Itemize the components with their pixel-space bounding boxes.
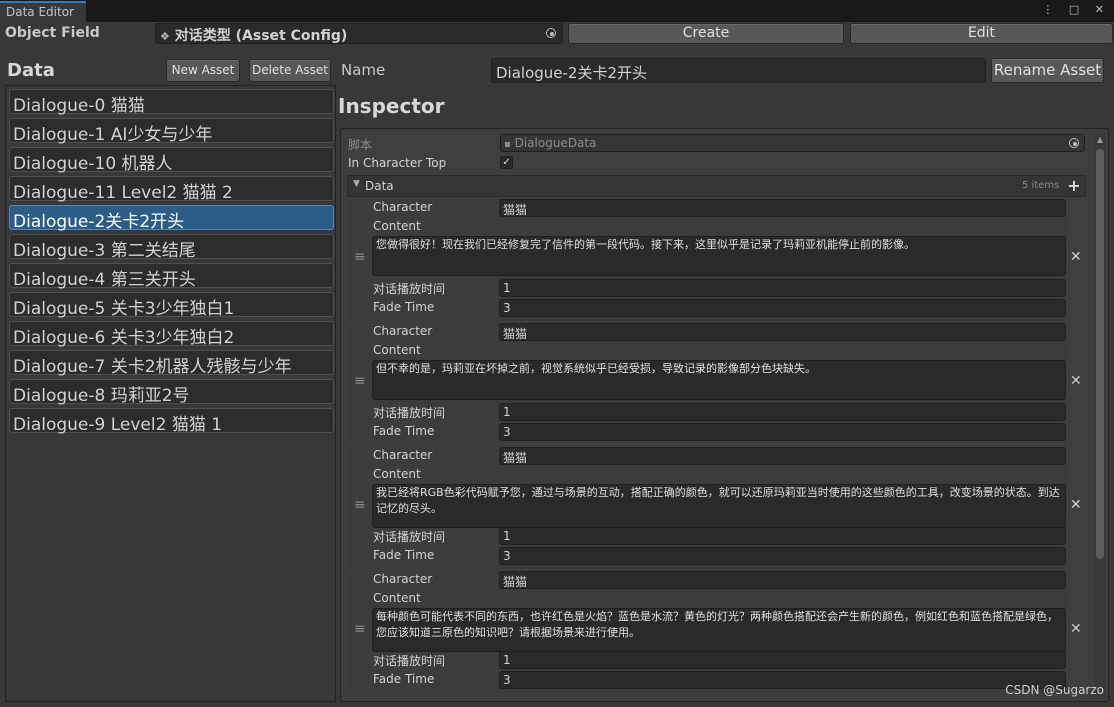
remove-element-button[interactable]: ✕ xyxy=(1070,373,1082,389)
asset-list-item[interactable]: Dialogue-6 关卡3少年独白2 xyxy=(9,321,334,348)
fade-time-label: Fade Time xyxy=(373,548,435,562)
inspector-title: Inspector xyxy=(338,94,445,118)
play-time-label: 对话播放时间 xyxy=(373,406,446,420)
content-textarea[interactable]: 我已经将RGB色彩代码赋予您，通过与场景的互动，搭配正确的颜色，就可以还原玛莉亚… xyxy=(372,484,1066,528)
data-element: Character 猫猫 Content 但不幸的是，玛莉亚在坏掉之前，视觉系统似乎已… xyxy=(347,323,1067,445)
edit-button[interactable]: Edit xyxy=(850,23,1113,44)
script-label: 脚本 xyxy=(348,138,373,152)
asset-list-item[interactable]: Dialogue-7 关卡2机器人残骸与少年 xyxy=(9,350,334,377)
character-label: Character xyxy=(373,200,433,214)
name-label: Name xyxy=(341,61,386,79)
object-picker-icon[interactable] xyxy=(546,28,556,38)
window-tab-strip: Data Editor ⋮ □ ✕ xyxy=(0,0,1114,22)
content-textarea[interactable]: 您做得很好！现在我们已经修复完了信件的第一段代码。接下来，这里似乎是记录了玛莉亚… xyxy=(372,236,1066,276)
asset-list-item[interactable]: Dialogue-4 第三关开头 xyxy=(9,263,334,290)
drag-handle-icon[interactable]: ≡ xyxy=(354,249,366,265)
asset-list-item[interactable]: Dialogue-3 第二关结尾 xyxy=(9,234,334,261)
script-field: ▪ DialogueData xyxy=(500,134,1085,152)
scroll-up-arrow-icon[interactable]: ▲ xyxy=(1096,136,1104,144)
add-element-button[interactable]: + xyxy=(1063,176,1085,196)
drag-handle-icon[interactable]: ≡ xyxy=(354,373,366,389)
character-label: Character xyxy=(373,448,433,462)
data-element: Character 猫猫 Content 您做得很好！现在我们已经修复完了信件的第一段… xyxy=(347,199,1067,321)
fade-time-label: Fade Time xyxy=(373,672,435,686)
window-controls[interactable]: ⋮ □ ✕ xyxy=(1042,3,1110,16)
fade-time-label: Fade Time xyxy=(373,424,435,438)
remove-element-button[interactable]: ✕ xyxy=(1070,497,1082,513)
in-character-top-checkbox[interactable]: ✓ xyxy=(500,156,513,169)
inspector-scrollbar[interactable]: ▲ xyxy=(1094,133,1106,699)
play-time-field[interactable]: 1 xyxy=(499,279,1066,297)
content-label: Content xyxy=(373,343,421,357)
create-button[interactable]: Create xyxy=(568,23,844,44)
play-time-field[interactable]: 1 xyxy=(499,651,1066,669)
script-value: DialogueData xyxy=(514,136,597,150)
fade-time-field[interactable]: 3 xyxy=(499,423,1066,441)
foldout-arrow-icon[interactable]: ▼ xyxy=(353,179,360,189)
data-panel-title: Data xyxy=(7,60,55,81)
asset-list-item[interactable]: Dialogue-2关卡2开头 xyxy=(9,205,334,232)
data-list-label: Data xyxy=(365,179,394,193)
asset-list-item[interactable]: Dialogue-5 关卡3少年独白1 xyxy=(9,292,334,319)
content-textarea[interactable]: 每种颜色可能代表不同的东西，也许红色是火焰？蓝色是水流？黄色的灯光？两种颜色搭配… xyxy=(372,608,1066,652)
play-time-label: 对话播放时间 xyxy=(373,282,446,296)
asset-list-item[interactable]: Dialogue-0 猫猫 xyxy=(9,89,334,116)
tab-data-editor[interactable]: Data Editor xyxy=(0,1,86,22)
asset-list-item[interactable]: Dialogue-8 玛莉亚2号 xyxy=(9,379,334,406)
content-label: Content xyxy=(373,219,421,233)
character-field[interactable]: 猫猫 xyxy=(499,447,1066,465)
rename-asset-button[interactable]: Rename Asset xyxy=(991,58,1104,83)
fade-time-field[interactable]: 3 xyxy=(499,299,1066,317)
asset-list-item[interactable]: Dialogue-11 Level2 猫猫 2 xyxy=(9,176,334,203)
play-time-field[interactable]: 1 xyxy=(499,527,1066,545)
fade-time-label: Fade Time xyxy=(373,300,435,314)
drag-handle-icon[interactable]: ≡ xyxy=(354,621,366,637)
character-field[interactable]: 猫猫 xyxy=(499,571,1066,589)
data-element: Character 猫猫 Content 每种颜色可能代表不同的东西，也许红色是火焰？… xyxy=(347,571,1067,693)
object-field-label: Object Field xyxy=(5,25,100,41)
inspector-panel: 脚本 ▪ DialogueData In Character Top ✓ ▼ D… xyxy=(340,128,1109,702)
scrollbar-thumb[interactable] xyxy=(1096,149,1104,559)
character-label: Character xyxy=(373,324,433,338)
play-time-field[interactable]: 1 xyxy=(499,403,1066,421)
object-field-input[interactable]: ❖ 对话类型 (Asset Config) xyxy=(155,23,563,44)
watermark: CSDN @Sugarzo xyxy=(1005,683,1104,697)
remove-element-button[interactable]: ✕ xyxy=(1070,249,1082,265)
drag-handle-icon[interactable]: ≡ xyxy=(354,497,366,513)
content-textarea[interactable]: 但不幸的是，玛莉亚在坏掉之前，视觉系统似乎已经受损，导致记录的影像部分色块缺失。 xyxy=(372,360,1066,400)
data-element: Character 猫猫 Content 我已经将RGB色彩代码赋予您，通过与场景的互… xyxy=(347,447,1067,569)
fade-time-field[interactable]: 3 xyxy=(499,671,1066,689)
play-time-label: 对话播放时间 xyxy=(373,654,446,668)
script-picker-icon xyxy=(1069,138,1079,148)
play-time-label: 对话播放时间 xyxy=(373,530,446,544)
remove-element-button[interactable]: ✕ xyxy=(1070,621,1082,637)
asset-list-item[interactable]: Dialogue-10 机器人 xyxy=(9,147,334,174)
asset-list-item[interactable]: Dialogue-9 Level2 猫猫 1 xyxy=(9,408,334,435)
asset-config-icon: ❖ xyxy=(160,30,170,43)
delete-asset-button[interactable]: Delete Asset xyxy=(249,59,331,82)
object-field-value: 对话类型 (Asset Config) xyxy=(174,28,348,44)
data-count: 5 items xyxy=(1022,180,1060,191)
character-field[interactable]: 猫猫 xyxy=(499,323,1066,341)
data-list-header[interactable]: ▼ Data 5 items xyxy=(347,175,1086,197)
content-label: Content xyxy=(373,591,421,605)
asset-list: Dialogue-0 猫猫 Dialogue-1 AI少女与少年 Dialogue-… xyxy=(5,85,336,702)
asset-list-item[interactable]: Dialogue-1 AI少女与少年 xyxy=(9,118,334,145)
character-field[interactable]: 猫猫 xyxy=(499,199,1066,217)
character-label: Character xyxy=(373,572,433,586)
new-asset-button[interactable]: New Asset xyxy=(166,59,240,82)
script-file-icon: ▪ xyxy=(504,139,511,150)
name-input[interactable]: Dialogue-2关卡2开头 xyxy=(491,58,986,83)
fade-time-field[interactable]: 3 xyxy=(499,547,1066,565)
in-character-top-label: In Character Top xyxy=(348,156,447,170)
content-label: Content xyxy=(373,467,421,481)
